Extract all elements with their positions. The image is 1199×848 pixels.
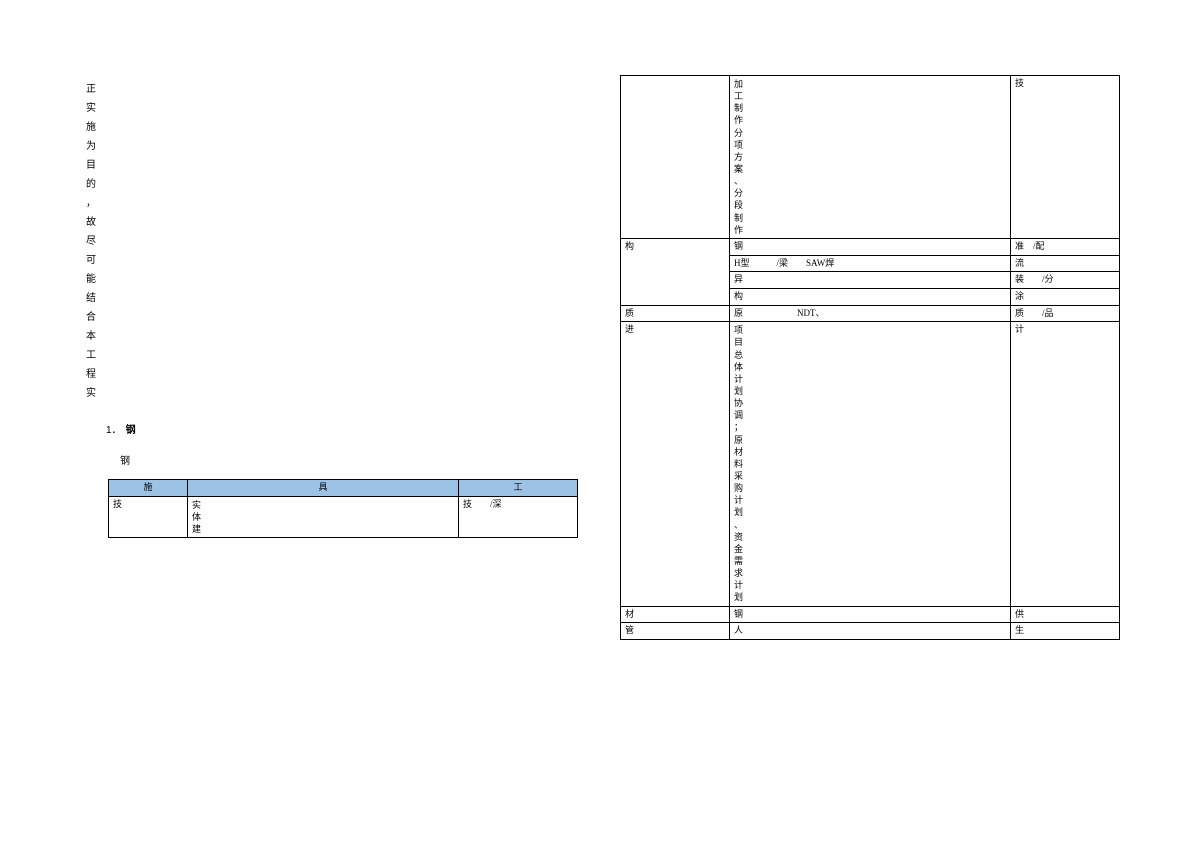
cell: 钢 (730, 238, 1011, 255)
table-row: 加工制作分项方案、分段制作 技 (621, 76, 1120, 239)
cell: 生 (1011, 623, 1120, 640)
cell: 质 (621, 305, 730, 322)
th-col1: 施 (109, 480, 188, 497)
section-heading: 1． 钢 (106, 421, 580, 436)
cell: 技 /深 (459, 496, 578, 537)
cell: 涂 (1011, 288, 1120, 305)
cell: 质 /品 (1011, 305, 1120, 322)
cell: 管 (621, 623, 730, 640)
section-subtext: 钢 (120, 452, 580, 467)
cell: 加工制作分项方案、分段制作 (730, 76, 1011, 239)
cell: 构 (621, 238, 730, 305)
cell: 技 (109, 496, 188, 537)
intro-vertical-text: 正实施为目的，故尽可能结合本工程实 (86, 80, 100, 403)
table-row: 材 钢 供 (621, 606, 1120, 623)
cell: 异 (730, 272, 1011, 289)
cell: 构 (730, 288, 1011, 305)
cell: 钢 (730, 606, 1011, 623)
cell: 材 (621, 606, 730, 623)
cell: 人 (730, 623, 1011, 640)
cell: 流 (1011, 255, 1120, 272)
th-col2: 具 (188, 480, 459, 497)
cell: 项目总体计划协调；原材料采购计划、资金需求计划 (730, 322, 1011, 606)
table-row: 进 项目总体计划协调；原材料采购计划、资金需求计划 计 (621, 322, 1120, 606)
table-right: 加工制作分项方案、分段制作 技 构 钢 准 /配 H型 /梁 SAW焊 流 异 … (620, 75, 1120, 640)
cell: 准 /配 (1011, 238, 1120, 255)
table-row: 质 原 NDT、 质 /品 (621, 305, 1120, 322)
left-page: 正实施为目的，故尽可能结合本工程实 1． 钢 钢 施 具 工 技 实体建 技 /深 (80, 80, 580, 538)
right-page: 加工制作分项方案、分段制作 技 构 钢 准 /配 H型 /梁 SAW焊 流 异 … (620, 75, 1120, 640)
cell (621, 76, 730, 239)
table-row: 技 实体建 技 /深 (109, 496, 578, 537)
cell: 进 (621, 322, 730, 606)
table-row: 构 钢 准 /配 (621, 238, 1120, 255)
table-row: 管 人 生 (621, 623, 1120, 640)
table-left: 施 具 工 技 实体建 技 /深 (108, 479, 578, 538)
cell: H型 /梁 SAW焊 (730, 255, 1011, 272)
cell: 原 NDT、 (730, 305, 1011, 322)
th-col3: 工 (459, 480, 578, 497)
cell: 装 /分 (1011, 272, 1120, 289)
cell: 技 (1011, 76, 1120, 239)
heading-number: 1． (106, 425, 122, 436)
cell: 实体建 (188, 496, 459, 537)
cell: 计 (1011, 322, 1120, 606)
table-header-row: 施 具 工 (109, 480, 578, 497)
heading-label: 钢 (126, 425, 136, 436)
cell: 供 (1011, 606, 1120, 623)
